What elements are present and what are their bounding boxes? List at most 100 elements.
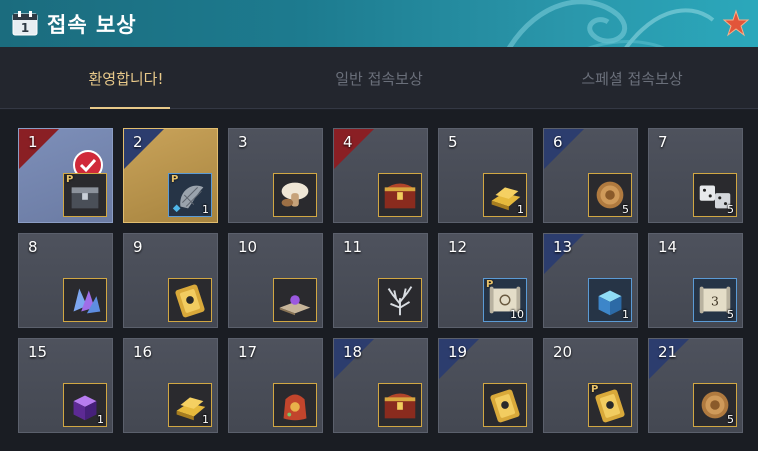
reward-cell-day-7[interactable]: 75	[648, 128, 743, 223]
red-bag-icon	[283, 394, 307, 421]
reward-cell-day-15[interactable]: 15 1	[18, 338, 113, 433]
reward-item-slot[interactable]	[483, 383, 527, 427]
day-number: 4	[343, 133, 353, 151]
cell-corner-ribbon	[124, 129, 164, 169]
premium-mark-icon: P	[486, 279, 494, 290]
reward-item-slot[interactable]: 35	[693, 278, 737, 322]
day-number: 5	[448, 133, 458, 151]
reward-cell-day-4[interactable]: 4	[333, 128, 428, 223]
reward-item-slot[interactable]: 5	[588, 173, 632, 217]
treasure-chest-icon	[384, 393, 416, 419]
day-number: 21	[658, 343, 678, 361]
reward-cell-day-2[interactable]: 2P1	[123, 128, 218, 223]
day-number: 19	[448, 343, 468, 361]
reward-item-slot[interactable]: 5	[693, 173, 737, 217]
premium-mark-icon: P	[171, 174, 179, 185]
starfish-icon[interactable]	[722, 9, 750, 37]
calendar-icon: 1	[12, 11, 38, 36]
reward-cell-day-17[interactable]: 17	[228, 338, 323, 433]
item-quantity: 5	[727, 203, 734, 216]
day-number: 18	[343, 343, 363, 361]
tab-special-login-reward[interactable]: 스페셜 접속보상	[506, 47, 758, 109]
window-title: 접속 보상	[47, 13, 137, 37]
title-bar: 1 접속 보상	[0, 0, 758, 47]
reward-item-slot[interactable]: 1	[168, 383, 212, 427]
reward-item-slot[interactable]	[378, 383, 422, 427]
reward-cell-day-8[interactable]: 8	[18, 233, 113, 328]
reward-item-slot[interactable]: P1	[168, 173, 212, 217]
reward-cell-day-19[interactable]: 19	[438, 338, 533, 433]
day-number: 3	[238, 133, 248, 151]
reward-item-slot[interactable]	[273, 383, 317, 427]
day-number: 15	[28, 343, 48, 361]
reward-cell-day-12[interactable]: 12 P 10	[438, 233, 533, 328]
day-number: 8	[28, 238, 38, 256]
reward-item-slot[interactable]	[63, 278, 107, 322]
day-number: 10	[238, 238, 258, 256]
reward-cell-day-13[interactable]: 13 1	[543, 233, 638, 328]
reward-cell-day-20[interactable]: 20 P	[543, 338, 638, 433]
item-quantity: 1	[622, 308, 629, 321]
reward-item-slot[interactable]: P	[588, 383, 632, 427]
cell-corner-ribbon	[334, 129, 374, 169]
day-number: 6	[553, 133, 563, 151]
reward-tabs: 환영합니다! 일반 접속보상 스페셜 접속보상	[0, 47, 758, 109]
reward-cell-day-9[interactable]: 9	[123, 233, 218, 328]
day-number: 7	[658, 133, 668, 151]
cell-corner-ribbon	[19, 129, 59, 169]
gold-ticket-icon	[490, 389, 520, 423]
reward-item-slot[interactable]	[378, 278, 422, 322]
reward-cell-day-6[interactable]: 65	[543, 128, 638, 223]
spellbook-icon	[279, 295, 311, 316]
reward-item-slot[interactable]: 5	[693, 383, 737, 427]
reward-cell-day-16[interactable]: 16 1	[123, 338, 218, 433]
reward-cell-day-10[interactable]: 10	[228, 233, 323, 328]
day-number: 12	[448, 238, 468, 256]
day-number: 9	[133, 238, 143, 256]
item-quantity: 5	[727, 413, 734, 426]
mushroom-icon	[281, 182, 309, 207]
reward-cell-day-21[interactable]: 21 5	[648, 338, 743, 433]
item-quantity: 1	[202, 413, 209, 426]
calendar-day: 1	[21, 21, 29, 35]
reward-item-slot[interactable]	[273, 278, 317, 322]
reward-item-slot[interactable]: P 10	[483, 278, 527, 322]
reward-item-slot[interactable]	[378, 173, 422, 217]
day-number: 14	[658, 238, 678, 256]
item-quantity: 5	[622, 203, 629, 216]
crystal-icon	[73, 288, 101, 314]
premium-mark-icon: P	[66, 174, 74, 185]
reward-cell-day-14[interactable]: 14 3 5	[648, 233, 743, 328]
reward-grid: 1 P 2 P 1 3 4 5 1 6 5 7 5 8 9 10 11 12 P 10 13 1 14 3 5 15 1 16 1 17 1…	[0, 110, 758, 451]
item-quantity: 1	[517, 203, 524, 216]
reward-item-slot[interactable]	[168, 278, 212, 322]
reward-cell-day-5[interactable]: 51	[438, 128, 533, 223]
day-number: 20	[553, 343, 573, 361]
reward-cell-day-1[interactable]: 1P	[18, 128, 113, 223]
day-number: 16	[133, 343, 153, 361]
reward-item-slot[interactable]: 1	[588, 278, 632, 322]
reward-item-slot[interactable]: 1	[63, 383, 107, 427]
item-quantity: 5	[727, 308, 734, 321]
reward-cell-day-3[interactable]: 3	[228, 128, 323, 223]
day-number: 2	[133, 133, 143, 151]
reward-item-slot[interactable]: P	[63, 173, 107, 217]
day-number: 13	[553, 238, 573, 256]
reward-cell-day-11[interactable]: 11	[333, 233, 428, 328]
tab-welcome[interactable]: 환영합니다!	[0, 47, 252, 109]
reward-cell-day-18[interactable]: 18	[333, 338, 428, 433]
tab-normal-login-reward[interactable]: 일반 접속보상	[253, 47, 505, 109]
day-number: 17	[238, 343, 258, 361]
reward-item-slot[interactable]: 1	[483, 173, 527, 217]
day-number: 1	[28, 133, 38, 151]
item-quantity: 10	[510, 308, 524, 321]
premium-mark-icon: P	[591, 384, 599, 395]
item-quantity: 1	[202, 203, 209, 216]
treasure-chest-icon	[384, 183, 416, 209]
silver-tree-icon	[387, 286, 413, 316]
day-number: 11	[343, 238, 363, 256]
svg-text:3: 3	[711, 294, 719, 309]
item-quantity: 1	[97, 413, 104, 426]
cell-corner-ribbon	[544, 129, 584, 169]
reward-item-slot[interactable]	[273, 173, 317, 217]
